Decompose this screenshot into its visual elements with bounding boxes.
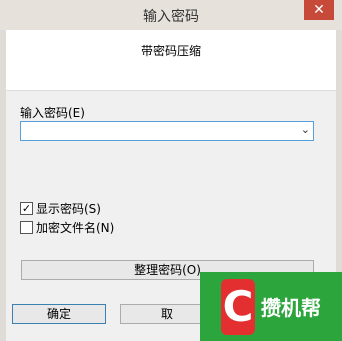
show-password-label: 显示密码(S) (36, 202, 101, 216)
encrypt-names-option[interactable]: 加密文件名(N) (20, 219, 114, 236)
close-button[interactable]: ✕ (304, 0, 334, 20)
show-password-option[interactable]: ✓ 显示密码(S) (20, 200, 101, 217)
close-icon: ✕ (313, 2, 325, 18)
cancel-button-label: 取 (160, 307, 173, 321)
password-combobox[interactable]: ⌄ (20, 121, 314, 141)
dialog-header: 带密码压缩 (6, 30, 336, 91)
watermark-text: 攒机帮 (261, 296, 321, 320)
chevron-down-icon[interactable]: ⌄ (301, 123, 310, 136)
show-password-checkbox[interactable]: ✓ (20, 202, 33, 215)
dialog-title: 输入密码 (143, 9, 199, 25)
password-label: 输入密码(E) (20, 106, 85, 120)
watermark-c-icon: C (221, 278, 255, 335)
encrypt-names-label: 加密文件名(N) (36, 221, 115, 235)
ok-button[interactable]: 确定 (12, 304, 106, 324)
encrypt-names-checkbox[interactable] (20, 221, 33, 234)
watermark-logo: C 攒机帮 (200, 272, 342, 341)
title-bar: 输入密码 ✕ (0, 0, 342, 30)
header-text: 带密码压缩 (140, 44, 201, 58)
